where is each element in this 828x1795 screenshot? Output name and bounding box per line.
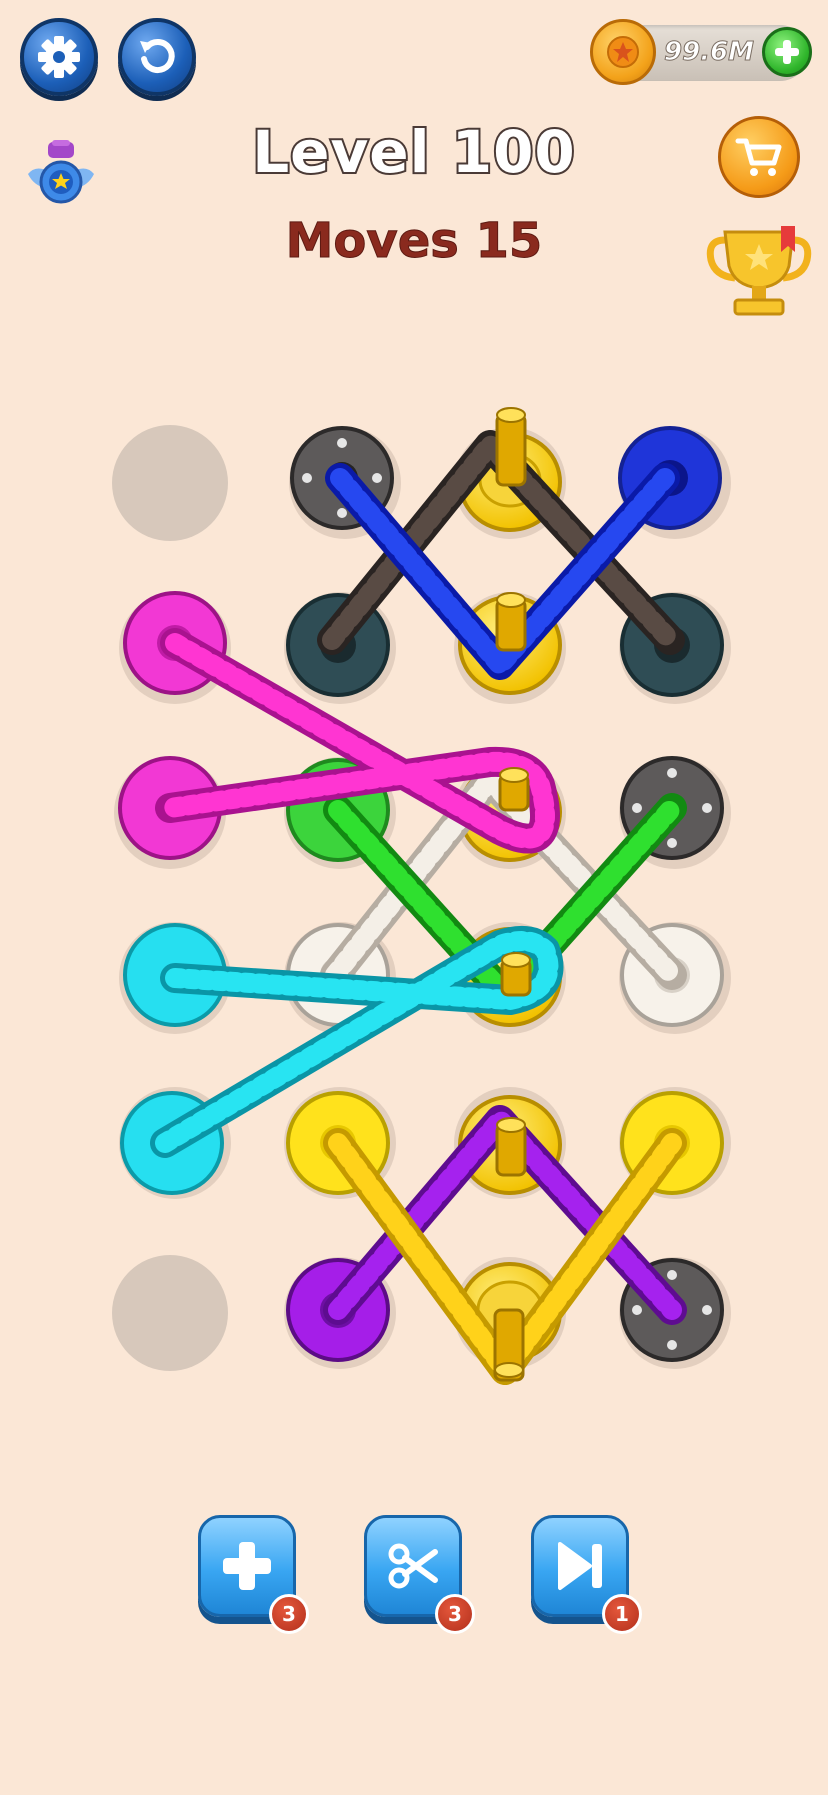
powerup-count: 3 [269,1594,309,1634]
empty-hole[interactable] [112,425,228,541]
empty-hole[interactable] [112,1255,228,1371]
skip-level-button[interactable]: 1 [531,1515,642,1634]
powerup-count: 3 [435,1594,475,1634]
plus-icon [223,1542,271,1590]
skip-icon [558,1542,602,1590]
game-board[interactable] [0,0,828,1460]
add-hole-button[interactable]: 3 [198,1515,309,1634]
powerup-count: 1 [602,1594,642,1634]
scissors-icon [388,1543,438,1589]
cut-rope-button[interactable]: 3 [364,1515,475,1634]
